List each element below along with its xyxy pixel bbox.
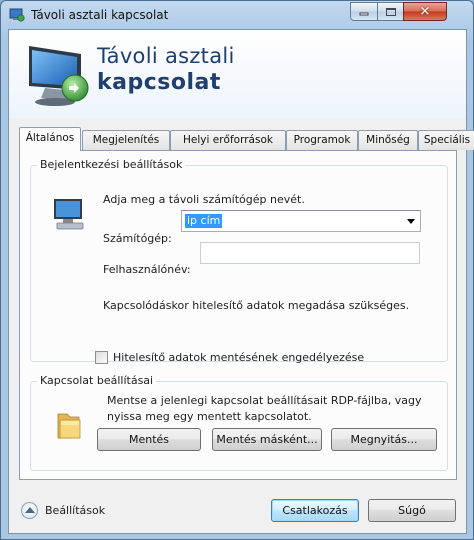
username-input[interactable] <box>200 242 420 264</box>
banner-title-line2: kapcsolat <box>97 70 221 95</box>
tab-display[interactable]: Megjelenítés <box>82 130 170 150</box>
minimize-button[interactable] <box>350 2 378 21</box>
tab-experience[interactable]: Minőség <box>358 130 418 150</box>
rdp-window: Távoli asztali kapcsolat ✕ Távoli asztal… <box>0 0 474 540</box>
computer-label: Számítógép: <box>103 232 172 245</box>
tab-advanced[interactable]: Speciális <box>418 130 474 150</box>
connection-settings-title: Kapcsolat beállításai <box>37 374 157 387</box>
login-intro-text: Adja meg a távoli számítógép nevét. <box>103 193 305 206</box>
connect-button[interactable]: Csatlakozás <box>271 499 359 522</box>
tab-programs[interactable]: Programok <box>286 130 358 150</box>
close-icon: ✕ <box>419 4 431 19</box>
open-button[interactable]: Megnyitás... <box>331 428 437 451</box>
minimize-icon <box>359 12 369 16</box>
dialog-body: Távoli asztali kapcsolat Általános Megje… <box>8 29 474 534</box>
connection-settings-group: Kapcsolat beállításai Mentse a jelenlegi… <box>30 374 448 471</box>
help-button[interactable]: Súgó <box>368 499 456 522</box>
login-settings-title: Bejelentkezési beállítások <box>37 158 186 171</box>
header-banner: Távoli asztali kapcsolat <box>9 30 466 118</box>
computer-icon <box>54 199 84 230</box>
maximize-icon <box>385 7 396 16</box>
username-label: Felhasználónév: <box>103 263 191 276</box>
banner-title-line1: Távoli asztali <box>97 44 235 68</box>
options-toggle-icon[interactable] <box>21 502 38 519</box>
close-button[interactable]: ✕ <box>403 2 447 21</box>
computer-combobox[interactable]: ip cím <box>181 210 421 232</box>
remote-desktop-icon <box>9 8 25 22</box>
maximize-button[interactable] <box>377 2 404 21</box>
computer-value: ip cím <box>185 214 223 228</box>
credentials-note: Kapcsolódáskor hitelesítő adatok megadás… <box>103 299 410 312</box>
save-credentials-checkbox[interactable] <box>95 351 108 364</box>
title-bar[interactable]: Távoli asztali kapcsolat ✕ <box>1 1 473 29</box>
window-title: Távoli asztali kapcsolat <box>31 8 169 22</box>
remote-desktop-logo-icon <box>29 46 89 106</box>
tab-general[interactable]: Általános <box>19 127 81 151</box>
save-credentials-label[interactable]: Hitelesítő adatok mentésének engedélyezé… <box>113 351 364 364</box>
folder-icon <box>57 413 81 439</box>
save-button[interactable]: Mentés <box>97 428 201 451</box>
connection-description-line1: Mentse a jelenlegi kapcsolat beállításai… <box>107 394 422 407</box>
connection-description-line2: nyissa meg egy mentett kapcsolatot. <box>107 410 312 423</box>
save-as-button[interactable]: Mentés másként... <box>212 428 322 451</box>
tab-local-resources[interactable]: Helyi erőforrások <box>170 130 286 150</box>
dropdown-arrow-icon[interactable] <box>407 219 415 224</box>
options-link[interactable]: Beállítások <box>45 504 105 517</box>
